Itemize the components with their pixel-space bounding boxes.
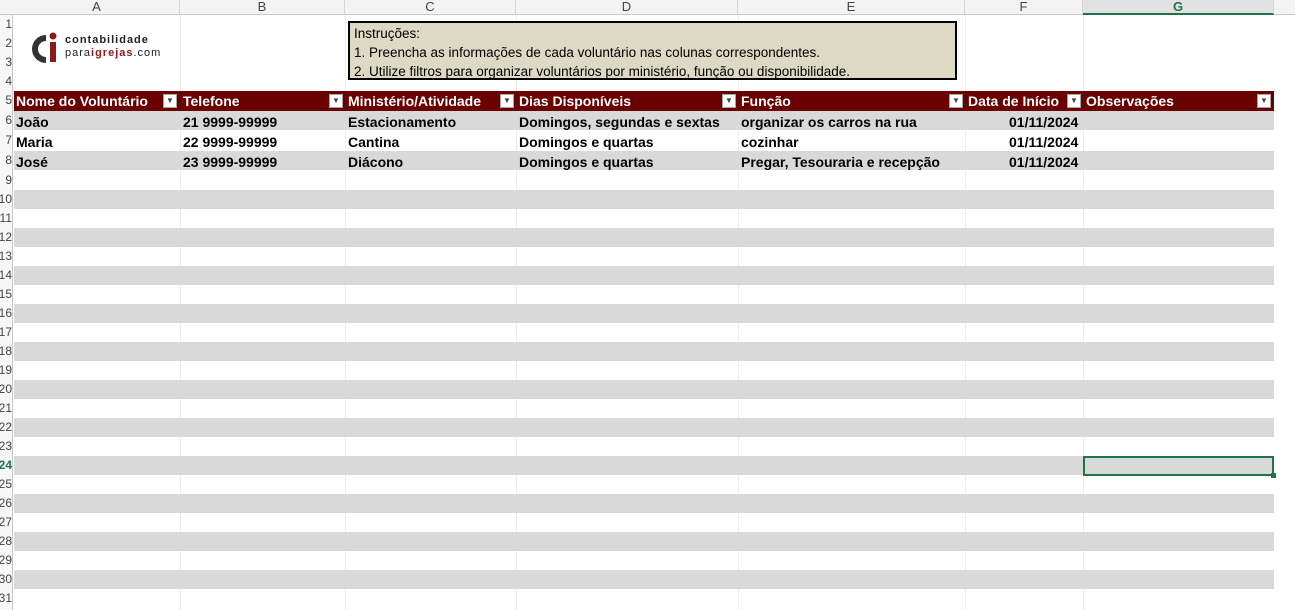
row-header-24[interactable]: 24 [0,456,12,475]
cell-nome[interactable]: Maria [16,132,53,152]
table-band-row [14,190,1274,209]
row-header-9[interactable]: 9 [0,171,12,190]
table-band-row [14,342,1274,361]
cell-telefone[interactable]: 21 9999-99999 [183,112,277,132]
table-band-row [14,494,1274,513]
cell-dias[interactable]: Domingos e quartas [519,132,654,152]
instructions-line1: 1. Preencha as informações de cada volun… [354,45,821,60]
column-header-c[interactable]: C [345,0,516,15]
row-header-23[interactable]: 23 [0,437,12,456]
column-header-b[interactable]: B [180,0,345,15]
cell-ministerio[interactable]: Cantina [348,132,399,152]
row-header-5[interactable]: 5 [0,91,12,110]
row-header-2[interactable]: 2 [0,34,12,53]
cell-funcao[interactable]: organizar os carros na rua [741,112,917,132]
logo-text-line1: contabilidade [65,34,149,46]
cell-dias[interactable]: Domingos, segundas e sextas [519,112,720,132]
cell-nome[interactable]: João [16,112,49,132]
row-header-30[interactable]: 30 [0,570,12,589]
column-header-e[interactable]: E [738,0,965,15]
header-telefone[interactable]: Telefone [183,91,323,111]
row-header-29[interactable]: 29 [0,551,12,570]
filter-dropdown-icon[interactable]: ▼ [163,94,177,108]
row-header-8[interactable]: 8 [0,151,12,170]
instructions-box[interactable]: Instruções: 1. Preencha as informações d… [348,21,957,80]
row-header-7[interactable]: 7 [0,131,12,150]
row-header-14[interactable]: 14 [0,266,12,285]
row-header-13[interactable]: 13 [0,247,12,266]
row-header-3[interactable]: 3 [0,53,12,72]
row-header-4[interactable]: 4 [0,72,12,91]
table-band-row [14,418,1274,437]
row-header-31[interactable]: 31 [0,589,12,608]
instructions-line2: 2. Utilize filtros para organizar volunt… [354,64,851,79]
row-header-16[interactable]: 16 [0,304,12,323]
row-header-19[interactable]: 19 [0,361,12,380]
row-header-6[interactable]: 6 [0,111,12,130]
column-header-a[interactable]: A [14,0,180,15]
header-observacoes[interactable]: Observações [1086,91,1256,111]
cell-data-inicio[interactable]: 01/11/2024 [1009,152,1078,172]
row-header-11[interactable]: 11 [0,209,12,228]
filter-dropdown-icon[interactable]: ▼ [722,94,736,108]
cell-dias[interactable]: Domingos e quartas [519,152,654,172]
cell-telefone[interactable]: 22 9999-99999 [183,132,277,152]
column-header-g[interactable]: G [1083,0,1274,15]
table-band-row [14,570,1274,589]
filter-dropdown-icon[interactable]: ▼ [329,94,343,108]
table-band-row [14,532,1274,551]
cell-data-inicio[interactable]: 01/11/2024 [1009,132,1078,152]
row-header-10[interactable]: 10 [0,190,12,209]
logo: contabilidade paraigrejas.com [28,30,178,66]
row-header-25[interactable]: 25 [0,475,12,494]
selected-cell[interactable] [1083,456,1274,476]
cell-ministerio[interactable]: Estacionamento [348,112,456,132]
filter-dropdown-icon[interactable]: ▼ [1257,94,1271,108]
row-header-1[interactable]: 1 [0,15,12,34]
cell-nome[interactable]: José [16,152,48,172]
header-funcao[interactable]: Função [741,91,941,111]
column-header-bar: A B C D E F G [0,0,1295,15]
row-header-27[interactable]: 27 [0,513,12,532]
column-header-d[interactable]: D [516,0,738,15]
row-header-21[interactable]: 21 [0,399,12,418]
header-data-inicio[interactable]: Data de Início [968,91,1068,111]
instructions-title: Instruções: [354,26,421,41]
filter-dropdown-icon[interactable]: ▼ [949,94,963,108]
table-band-row [14,304,1274,323]
cell-funcao[interactable]: cozinhar [741,132,799,152]
column-header-f[interactable]: F [965,0,1083,15]
row-header-18[interactable]: 18 [0,342,12,361]
cell-telefone[interactable]: 23 9999-99999 [183,152,277,172]
header-nome[interactable]: Nome do Voluntário [16,91,161,111]
logo-text-line2: paraigrejas.com [65,47,162,59]
table-band-row [14,266,1274,285]
table-band-row [14,380,1274,399]
filter-dropdown-icon[interactable]: ▼ [1067,94,1081,108]
header-ministerio[interactable]: Ministério/Atividade [348,91,496,111]
row-header-26[interactable]: 26 [0,494,12,513]
cell-data-inicio[interactable]: 01/11/2024 [1009,112,1078,132]
header-dias[interactable]: Dias Disponíveis [519,91,719,111]
row-header-28[interactable]: 28 [0,532,12,551]
logo-mark-icon [32,32,57,63]
table-band-row [14,228,1274,247]
row-header-22[interactable]: 22 [0,418,12,437]
cell-funcao[interactable]: Pregar, Tesouraria e recepção [741,152,940,172]
cell-ministerio[interactable]: Diácono [348,152,403,172]
row-header-12[interactable]: 12 [0,228,12,247]
row-header-17[interactable]: 17 [0,323,12,342]
fill-handle[interactable] [1271,473,1276,478]
filter-dropdown-icon[interactable]: ▼ [500,94,514,108]
row-header-15[interactable]: 15 [0,285,12,304]
row-header-20[interactable]: 20 [0,380,12,399]
